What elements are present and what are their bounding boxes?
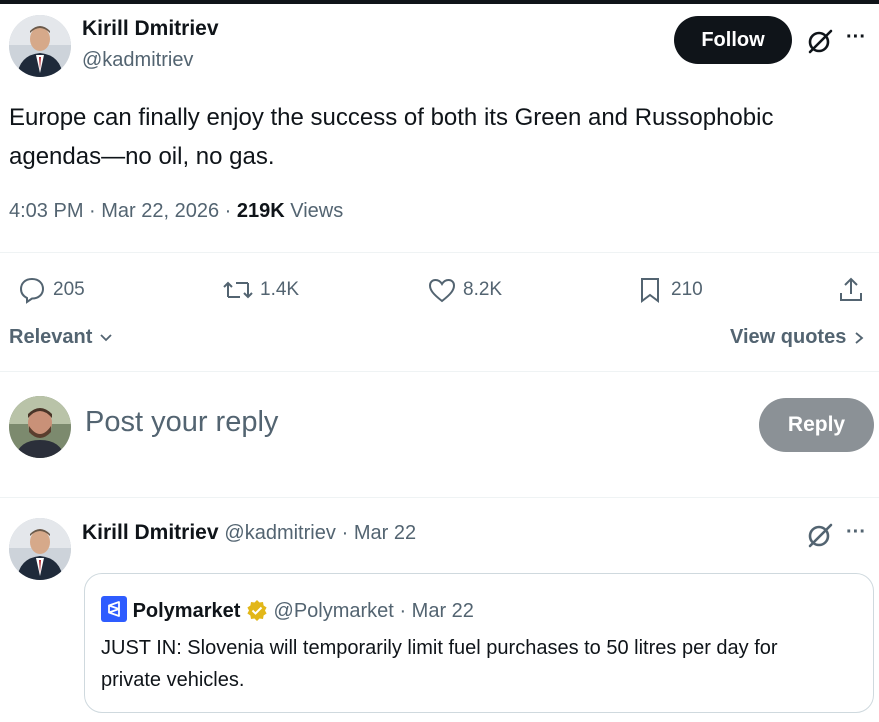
top-edge-bar [0, 0, 879, 4]
quote-author-handle: @Polymarket [273, 600, 394, 622]
divider [0, 497, 879, 498]
verified-badge-icon [247, 600, 267, 621]
view-quotes-label: View quotes [730, 326, 847, 348]
reply-author-handle[interactable]: @kadmitriev [224, 522, 335, 544]
bookmark-action[interactable]: 210 [635, 272, 703, 308]
divider [0, 252, 879, 253]
quoted-tweet-card[interactable]: Polymarket @Polymarket · Mar 22 JUST IN:… [84, 573, 874, 713]
current-user-avatar[interactable] [9, 396, 71, 458]
repost-icon [223, 281, 253, 299]
views-count: 219K [236, 200, 285, 222]
current-user-avatar-image [9, 396, 71, 458]
heart-icon [428, 278, 456, 303]
reply-count: 205 [53, 279, 85, 300]
tweet-timestamp[interactable]: 4:03 PM · Mar 22, 2026 · [9, 200, 237, 222]
reply-input[interactable]: Post your reply [85, 406, 278, 439]
share-icon [840, 277, 862, 301]
reply-icon [19, 277, 45, 304]
sort-relevant-dropdown[interactable]: Relevant [9, 326, 114, 349]
reply-author-avatar[interactable] [9, 518, 71, 580]
grok-icon[interactable] [806, 27, 834, 60]
author-avatar-image [9, 15, 71, 77]
bookmark-icon [641, 278, 659, 303]
chevron-right-icon [855, 332, 864, 344]
quote-text: JUST IN: Slovenia will temporarily limit… [101, 637, 778, 691]
author-handle[interactable]: @kadmitriev [82, 49, 193, 72]
reply-date[interactable]: · Mar 22 [342, 522, 416, 544]
like-action[interactable]: 8.2K [427, 272, 502, 308]
quote-author-name: Polymarket [132, 600, 241, 622]
grok-icon[interactable] [806, 521, 834, 554]
repost-action[interactable]: 1.4K [222, 272, 299, 308]
author-name[interactable]: Kirill Dmitriev [82, 17, 219, 41]
reply-author-name[interactable]: Kirill Dmitriev [82, 521, 219, 544]
divider [0, 371, 879, 372]
sort-relevant-label: Relevant [9, 326, 93, 348]
polymarket-logo-icon [101, 596, 127, 622]
tweet-text: Europe can finally enjoy the success of … [9, 104, 774, 170]
reply-button[interactable]: Reply [759, 398, 874, 452]
quote-date: · Mar 22 [399, 600, 474, 622]
more-options-icon[interactable]: ··· [846, 26, 866, 49]
like-count: 8.2K [463, 279, 503, 300]
chevron-down-icon [100, 334, 112, 341]
reply-author-avatar-image [9, 518, 71, 580]
share-action[interactable] [836, 272, 872, 308]
quote-header: Polymarket @Polymarket · Mar 22 [101, 596, 474, 623]
view-quotes-link[interactable]: View quotes [730, 326, 866, 349]
tweet-meta: 4:03 PM · Mar 22, 2026 · 219K Views [9, 200, 343, 223]
author-avatar[interactable] [9, 15, 71, 77]
reply-action[interactable]: 205 [17, 272, 85, 308]
follow-button[interactable]: Follow [674, 16, 792, 64]
bookmark-count: 210 [671, 279, 703, 300]
views-label: Views [284, 200, 344, 222]
reply-more-options-icon[interactable]: ··· [846, 521, 866, 544]
repost-count: 1.4K [260, 279, 300, 300]
reply-header: Kirill Dmitriev @kadmitriev · Mar 22 [82, 521, 416, 545]
